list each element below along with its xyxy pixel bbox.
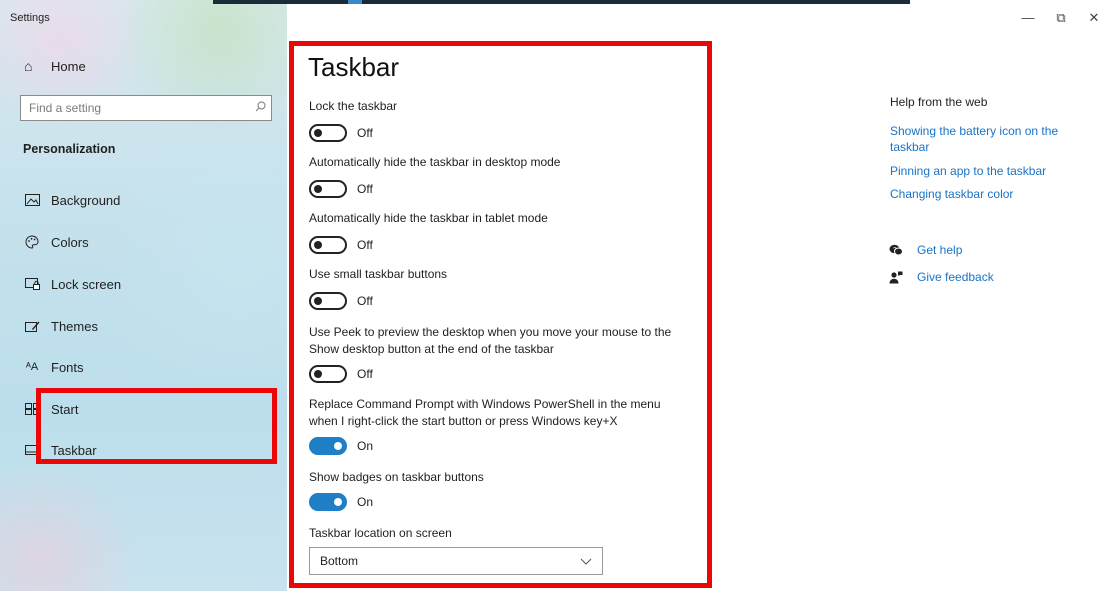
toggle-state: On	[357, 495, 374, 509]
themes-icon	[24, 319, 40, 333]
toggle-small-buttons[interactable]	[309, 292, 347, 310]
sidebar-item-label: Colors	[51, 234, 89, 250]
taskbar-icon	[24, 443, 40, 457]
setting-label-autohide-desktop: Automatically hide the taskbar in deskto…	[309, 155, 561, 169]
section-title: Personalization	[23, 142, 116, 156]
dropdown-value: Bottom	[320, 554, 359, 568]
sidebar-item-label: Start	[51, 401, 79, 417]
start-icon	[24, 402, 40, 416]
background-window-strip	[213, 0, 910, 4]
setting-label-powershell: Replace Command Prompt with Windows Powe…	[309, 397, 661, 428]
toggle-badges[interactable]	[309, 493, 347, 511]
nav-home-label: Home	[51, 58, 86, 74]
search-icon[interactable]	[249, 101, 271, 115]
toggle-autohide-tablet[interactable]	[309, 236, 347, 254]
toggle-state: Off	[357, 182, 373, 196]
setting-label-location: Taskbar location on screen	[309, 526, 452, 540]
sidebar-item-colors[interactable]: Colors	[24, 232, 89, 252]
sidebar-item-label: Fonts	[51, 359, 84, 375]
help-link-battery[interactable]: Showing the battery icon on the taskbar	[890, 123, 1090, 155]
get-help-link[interactable]: ? Get help	[889, 243, 962, 257]
toggle-state: Off	[357, 126, 373, 140]
help-link-color[interactable]: Changing taskbar color	[890, 186, 1090, 202]
toggle-state: On	[357, 439, 374, 453]
toggle-peek[interactable]	[309, 365, 347, 383]
highlight-box-main	[289, 41, 712, 588]
toggle-state: Off	[357, 294, 373, 308]
get-help-icon: ?	[889, 244, 907, 257]
nav-home[interactable]: ⌂ Home	[24, 58, 86, 74]
home-icon: ⌂	[24, 58, 33, 74]
toggle-state: Off	[357, 367, 373, 381]
give-feedback-label: Give feedback	[917, 270, 994, 284]
setting-label-badges: Show badges on taskbar buttons	[309, 470, 484, 484]
app-title: Settings	[10, 12, 50, 24]
sidebar-item-label: Lock screen	[51, 276, 122, 292]
sidebar-item-lock-screen[interactable]: Lock screen	[24, 274, 121, 294]
search-input[interactable]	[21, 97, 249, 119]
sidebar-item-taskbar[interactable]: Taskbar	[24, 440, 97, 460]
colors-icon	[24, 235, 40, 249]
setting-label-small-buttons: Use small taskbar buttons	[309, 267, 448, 281]
search-box[interactable]	[20, 95, 272, 121]
background-icon	[24, 193, 40, 207]
restore-button[interactable]: ⧉	[1051, 10, 1071, 26]
toggle-lock-taskbar[interactable]	[309, 124, 347, 142]
give-feedback-link[interactable]: Give feedback	[889, 270, 994, 284]
sidebar-item-label: Background	[51, 192, 121, 208]
chevron-down-icon	[580, 554, 592, 568]
setting-label-peek: Use Peek to preview the desktop when you…	[309, 325, 672, 356]
help-title: Help from the web	[890, 95, 988, 109]
get-help-label: Get help	[917, 243, 963, 257]
sidebar-item-label: Taskbar	[51, 442, 97, 458]
minimize-button[interactable]: —	[1018, 10, 1038, 25]
page-title: Taskbar	[308, 52, 400, 82]
sidebar-item-background[interactable]: Background	[24, 190, 120, 210]
feedback-icon	[889, 271, 907, 284]
lock-screen-icon	[24, 277, 40, 291]
close-button[interactable]: ✕	[1084, 10, 1104, 26]
toggle-powershell[interactable]	[309, 437, 347, 455]
fonts-icon: ᴬA	[25, 361, 39, 373]
toggle-state: Off	[357, 238, 373, 252]
sidebar-item-start[interactable]: Start	[24, 399, 78, 419]
sidebar-item-label: Themes	[51, 318, 98, 334]
sidebar: Settings ⌂ Home Personalization Backgrou…	[0, 0, 287, 591]
setting-label-lock-taskbar: Lock the taskbar	[309, 99, 398, 113]
help-link-pinning[interactable]: Pinning an app to the taskbar	[890, 163, 1090, 179]
toggle-autohide-desktop[interactable]	[309, 180, 347, 198]
sidebar-item-fonts[interactable]: ᴬA Fonts	[24, 357, 84, 377]
sidebar-item-themes[interactable]: Themes	[24, 316, 98, 336]
setting-label-autohide-tablet: Automatically hide the taskbar in tablet…	[309, 211, 548, 225]
taskbar-location-dropdown[interactable]: Bottom	[309, 547, 603, 575]
